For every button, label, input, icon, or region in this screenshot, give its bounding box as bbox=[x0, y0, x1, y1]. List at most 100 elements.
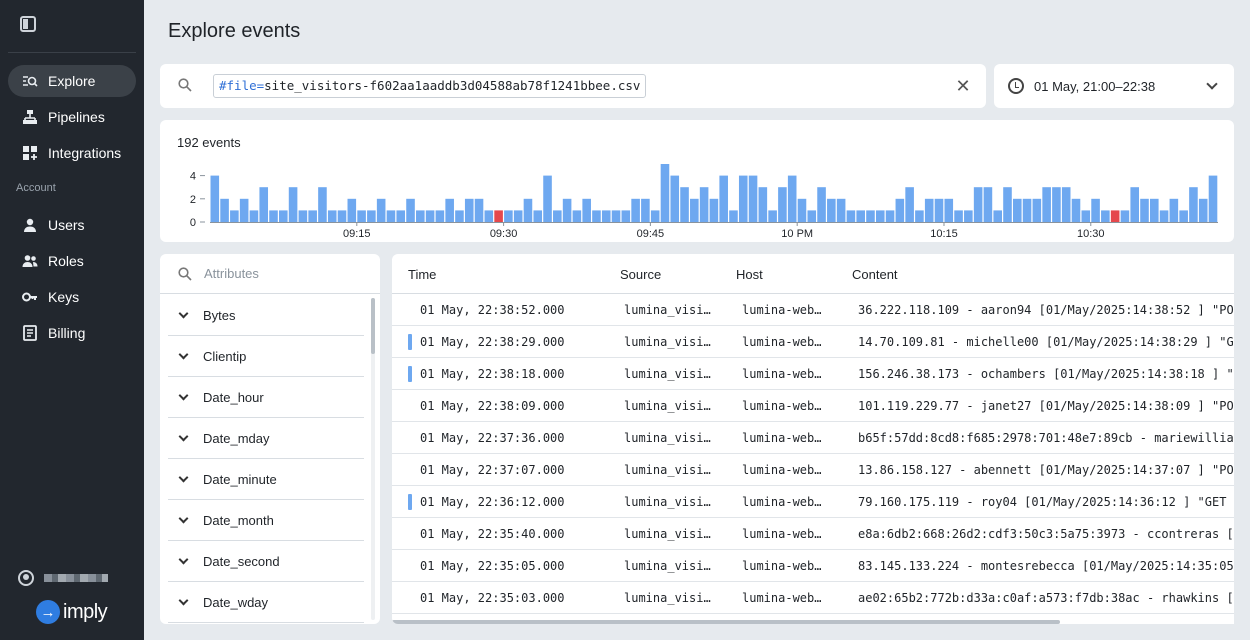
attributes-scrollbar[interactable] bbox=[371, 298, 375, 354]
histogram-bar[interactable] bbox=[367, 210, 376, 222]
sidebar-item-pipelines[interactable]: Pipelines bbox=[8, 101, 136, 133]
histogram-bar[interactable] bbox=[1110, 210, 1120, 222]
histogram-bar[interactable] bbox=[249, 210, 259, 222]
histogram-bar[interactable] bbox=[836, 198, 846, 222]
histogram-bar[interactable] bbox=[660, 164, 670, 222]
histogram-bar[interactable] bbox=[621, 210, 631, 222]
histogram-bar[interactable] bbox=[494, 210, 503, 222]
sidebar-item-explore[interactable]: Explore bbox=[8, 65, 136, 97]
histogram-bar[interactable] bbox=[220, 198, 229, 222]
histogram-bar[interactable] bbox=[944, 198, 954, 222]
table-row[interactable]: 01 May, 22:35:40.000 lumina_visitors lumin… bbox=[392, 518, 1234, 550]
attribute-item[interactable]: Date_hour bbox=[168, 377, 364, 418]
histogram-bar[interactable] bbox=[787, 175, 797, 222]
histogram-bar[interactable] bbox=[748, 175, 758, 222]
table-row[interactable]: 01 May, 22:38:09.000 lumina_visitors lumin… bbox=[392, 390, 1234, 422]
attribute-item[interactable]: Date_wday bbox=[168, 582, 364, 623]
histogram-bar[interactable] bbox=[1003, 187, 1012, 222]
histogram-bar[interactable] bbox=[572, 210, 582, 222]
event-histogram[interactable]: 0 2 4 09:15 09:30 09:45 10 PM 10:15 10:30 bbox=[160, 120, 1234, 242]
histogram-bar[interactable] bbox=[347, 198, 357, 222]
histogram-bar[interactable] bbox=[533, 210, 543, 222]
attributes-search[interactable]: Attributes bbox=[160, 254, 380, 294]
histogram-bar[interactable] bbox=[797, 198, 807, 222]
histogram-bar[interactable] bbox=[875, 210, 885, 222]
histogram-bar[interactable] bbox=[856, 210, 865, 222]
histogram-bar[interactable] bbox=[1189, 187, 1198, 222]
sidebar-item-roles[interactable]: Roles bbox=[8, 245, 136, 277]
histogram-bar[interactable] bbox=[1120, 210, 1130, 222]
column-header-content[interactable]: Content bbox=[852, 267, 898, 282]
search-query-input[interactable]: #file=site_visitors-f602aa1aaddb3d04588a… bbox=[213, 74, 647, 98]
histogram-bar[interactable] bbox=[327, 210, 337, 222]
histogram-bar[interactable] bbox=[1198, 198, 1208, 222]
time-range-picker[interactable]: 01 May, 21:00–22:38 bbox=[994, 64, 1234, 108]
histogram-bar[interactable] bbox=[1032, 198, 1042, 222]
histogram-bar[interactable] bbox=[210, 175, 220, 222]
table-row[interactable]: 01 May, 22:35:05.000 lumina_visitors lumin… bbox=[392, 550, 1234, 582]
histogram-bar[interactable] bbox=[895, 198, 905, 222]
histogram-bar[interactable] bbox=[425, 210, 435, 222]
table-row[interactable]: 01 May, 22:37:07.000 lumina_visitors lumin… bbox=[392, 454, 1234, 486]
histogram-bar[interactable] bbox=[318, 187, 327, 222]
histogram-bar[interactable] bbox=[239, 198, 249, 222]
histogram-bar[interactable] bbox=[298, 210, 308, 222]
histogram-bar[interactable] bbox=[983, 187, 993, 222]
histogram-bar[interactable] bbox=[680, 187, 689, 222]
histogram-bar[interactable] bbox=[386, 210, 396, 222]
histogram-bar[interactable] bbox=[670, 175, 680, 222]
account-menu[interactable] bbox=[18, 570, 108, 586]
histogram-bar[interactable] bbox=[709, 198, 719, 222]
histogram-bar[interactable] bbox=[611, 210, 621, 222]
sidebar-collapse-icon[interactable] bbox=[20, 16, 36, 32]
table-row[interactable]: 01 May, 22:38:29.000 lumina_visitors lumin… bbox=[392, 326, 1234, 358]
histogram-bar[interactable] bbox=[406, 198, 415, 222]
histogram-bar[interactable] bbox=[631, 198, 640, 222]
histogram-bar[interactable] bbox=[915, 210, 924, 222]
histogram-bar[interactable] bbox=[885, 210, 895, 222]
histogram-bar[interactable] bbox=[1140, 198, 1149, 222]
histogram-bar[interactable] bbox=[553, 210, 562, 222]
histogram-bar[interactable] bbox=[455, 210, 464, 222]
column-header-source[interactable]: Source bbox=[620, 267, 661, 282]
attribute-item[interactable]: Date_second bbox=[168, 541, 364, 582]
histogram-bar[interactable] bbox=[817, 187, 826, 222]
attribute-item[interactable]: Bytes bbox=[168, 295, 364, 336]
histogram-bar[interactable] bbox=[1149, 198, 1159, 222]
histogram-bar[interactable] bbox=[1159, 210, 1169, 222]
column-header-time[interactable]: Time bbox=[408, 267, 436, 282]
histogram-bar[interactable] bbox=[484, 210, 494, 222]
histogram-bar[interactable] bbox=[699, 187, 709, 222]
histogram-bar[interactable] bbox=[1012, 198, 1022, 222]
histogram-bar[interactable] bbox=[308, 210, 317, 222]
histogram-bar[interactable] bbox=[1091, 198, 1100, 222]
attribute-item[interactable]: Clientip bbox=[168, 336, 364, 377]
histogram-bar[interactable] bbox=[738, 175, 748, 222]
search-bar[interactable]: #file=site_visitors-f602aa1aaddb3d04588a… bbox=[160, 64, 986, 108]
histogram-bar[interactable] bbox=[758, 187, 768, 222]
sidebar-item-users[interactable]: Users bbox=[8, 209, 136, 241]
histogram-bar[interactable] bbox=[376, 198, 386, 222]
histogram-bar[interactable] bbox=[288, 187, 298, 222]
histogram-bar[interactable] bbox=[464, 198, 474, 222]
histogram-bar[interactable] bbox=[504, 210, 513, 222]
clear-search-button[interactable]: ✕ bbox=[954, 76, 972, 96]
histogram-bar[interactable] bbox=[690, 198, 699, 222]
histogram-bar[interactable] bbox=[934, 198, 944, 222]
column-header-host[interactable]: Host bbox=[736, 267, 763, 282]
histogram-bar[interactable] bbox=[768, 210, 777, 222]
table-row[interactable]: 01 May, 22:38:52.000 lumina_visitors lumin… bbox=[392, 294, 1234, 326]
histogram-bar[interactable] bbox=[543, 175, 552, 222]
histogram-bar[interactable] bbox=[1179, 210, 1188, 222]
histogram-bar[interactable] bbox=[259, 187, 269, 222]
sidebar-item-integrations[interactable]: Integrations bbox=[8, 137, 136, 169]
histogram-bar[interactable] bbox=[474, 198, 484, 222]
histogram-bar[interactable] bbox=[778, 187, 787, 222]
histogram-bar[interactable] bbox=[1022, 198, 1032, 222]
histogram-bar[interactable] bbox=[973, 187, 983, 222]
histogram-bar[interactable] bbox=[924, 198, 934, 222]
histogram-bar[interactable] bbox=[1130, 187, 1140, 222]
histogram-bar[interactable] bbox=[905, 187, 914, 222]
histogram-bar[interactable] bbox=[719, 175, 728, 222]
histogram-bar[interactable] bbox=[1052, 187, 1061, 222]
